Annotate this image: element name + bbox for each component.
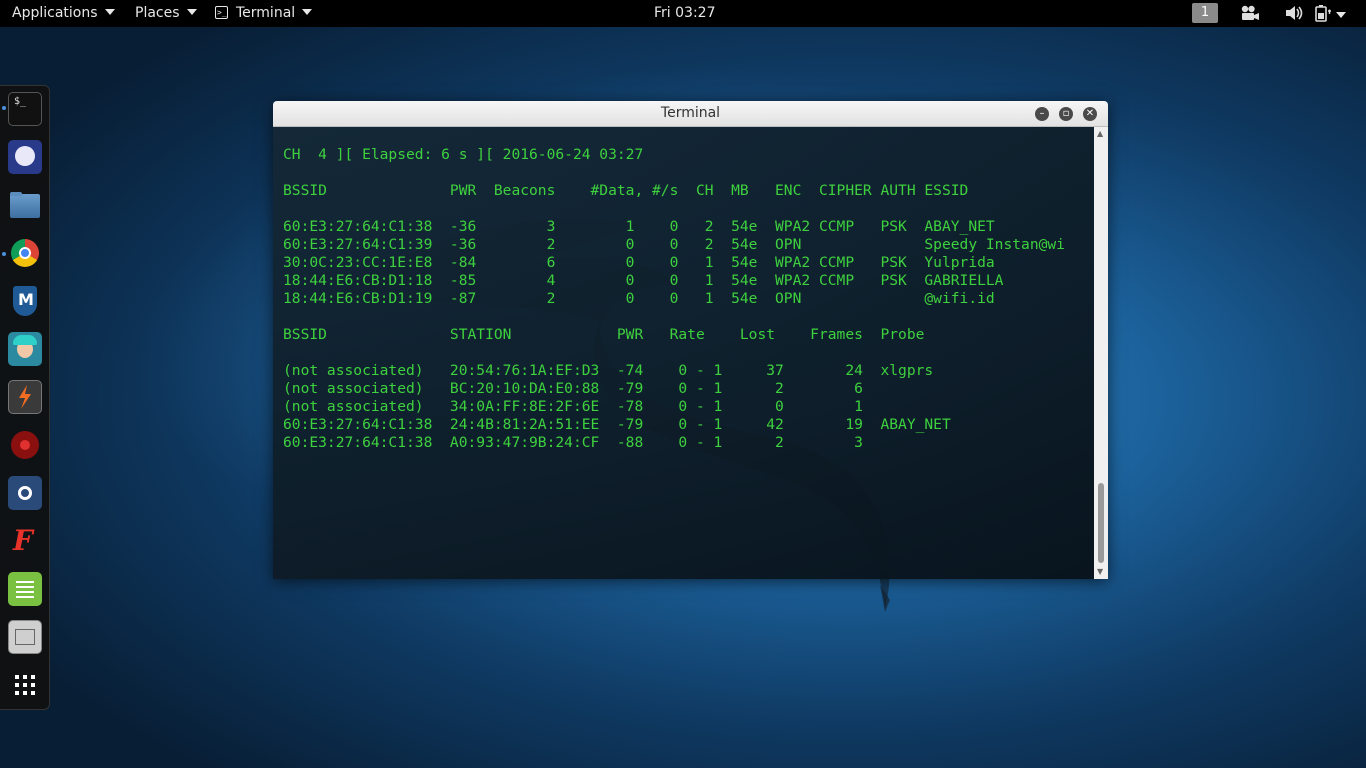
text-editor-icon[interactable] <box>8 572 42 606</box>
scrollbar-thumb[interactable] <box>1098 483 1104 563</box>
files-icon[interactable] <box>8 188 42 222</box>
places-menu[interactable]: Places <box>135 0 197 27</box>
terminal-output[interactable]: CH 4 ][ Elapsed: 6 s ][ 2016-06-24 03:27… <box>273 127 1108 579</box>
scroll-down-icon[interactable]: ▼ <box>1097 567 1103 576</box>
chevron-down-icon <box>104 9 115 15</box>
maltego-icon[interactable] <box>8 476 42 510</box>
terminal-window[interactable]: Terminal – ▫ ✕ CH 4 ][ Elapsed: 6 s ][ 2… <box>273 101 1108 579</box>
airodump-status-line: CH 4 ][ Elapsed: 6 s ][ 2016-06-24 03:27 <box>283 146 644 163</box>
volume-icon[interactable] <box>1285 4 1305 22</box>
station-row: (not associated) 34:0A:FF:8E:2F:6E -78 0… <box>283 398 863 415</box>
places-label: Places <box>135 5 180 21</box>
window-titlebar[interactable]: Terminal – ▫ ✕ <box>273 101 1108 127</box>
top-bar: Applications Places >_ Terminal Fri 03:27… <box>0 0 1366 27</box>
terminal-icon[interactable]: $_ <box>8 92 42 126</box>
chevron-down-icon <box>186 9 197 15</box>
ap-table-header: BSSID PWR Beacons #Data, #/s CH MB ENC C… <box>283 182 969 199</box>
burpsuite-icon[interactable] <box>8 380 42 414</box>
clock[interactable]: Fri 03:27 <box>654 0 715 27</box>
app-icon[interactable] <box>8 140 42 174</box>
terminal-app-menu[interactable]: >_ Terminal <box>215 0 313 27</box>
station-table-header: BSSID STATION PWR Rate Lost Frames Probe <box>283 326 925 343</box>
station-row: 60:E3:27:64:C1:38 A0:93:47:9B:24:CF -88 … <box>283 434 863 451</box>
close-icon[interactable]: ✕ <box>1083 107 1097 121</box>
running-indicator <box>2 252 6 256</box>
ap-row: 60:E3:27:64:C1:39 -36 2 0 0 2 54e OPN Sp… <box>283 236 1065 253</box>
fern-icon[interactable]: F <box>8 524 42 558</box>
chrome-icon[interactable] <box>8 236 42 270</box>
minimize-icon[interactable]: – <box>1035 107 1049 121</box>
ap-row: 60:E3:27:64:C1:38 -36 3 1 0 2 54e WPA2 C… <box>283 218 995 235</box>
system-menu-chevron-icon[interactable] <box>1336 12 1346 18</box>
window-title: Terminal <box>660 105 721 121</box>
terminal-scrollbar[interactable]: ▲ ▼ <box>1094 127 1108 579</box>
ap-row: 18:44:E6:CB:D1:19 -87 2 0 0 1 54e OPN @w… <box>283 290 995 307</box>
metasploit-icon[interactable]: M <box>8 284 42 318</box>
running-indicator <box>2 106 6 110</box>
workspace-indicator[interactable]: 1 <box>1192 3 1218 23</box>
dash-dock: $_ M F <box>0 85 50 710</box>
settings-icon[interactable] <box>8 620 42 654</box>
station-row: (not associated) 20:54:76:1A:EF:D3 -74 0… <box>283 362 934 379</box>
armitage-icon[interactable] <box>8 332 42 366</box>
faraday-icon[interactable] <box>8 428 42 462</box>
show-apps-icon[interactable] <box>8 668 42 702</box>
station-row: (not associated) BC:20:10:DA:E0:88 -79 0… <box>283 380 863 397</box>
station-row: 60:E3:27:64:C1:38 24:4B:81:2A:51:EE -79 … <box>283 416 951 433</box>
camera-icon[interactable] <box>1240 4 1260 22</box>
terminal-icon: >_ <box>215 5 228 19</box>
terminal-menu-label: Terminal <box>236 5 296 21</box>
ap-row: 18:44:E6:CB:D1:18 -85 4 0 0 1 54e WPA2 C… <box>283 272 1004 289</box>
clock-label: Fri 03:27 <box>654 5 716 21</box>
applications-menu[interactable]: Applications <box>12 0 115 27</box>
applications-label: Applications <box>12 5 98 21</box>
maximize-icon[interactable]: ▫ <box>1059 107 1073 121</box>
scroll-up-icon[interactable]: ▲ <box>1097 129 1103 138</box>
chevron-down-icon <box>302 9 313 15</box>
ap-row: 30:0C:23:CC:1E:E8 -84 6 0 0 1 54e WPA2 C… <box>283 254 995 271</box>
battery-icon[interactable] <box>1313 4 1333 22</box>
